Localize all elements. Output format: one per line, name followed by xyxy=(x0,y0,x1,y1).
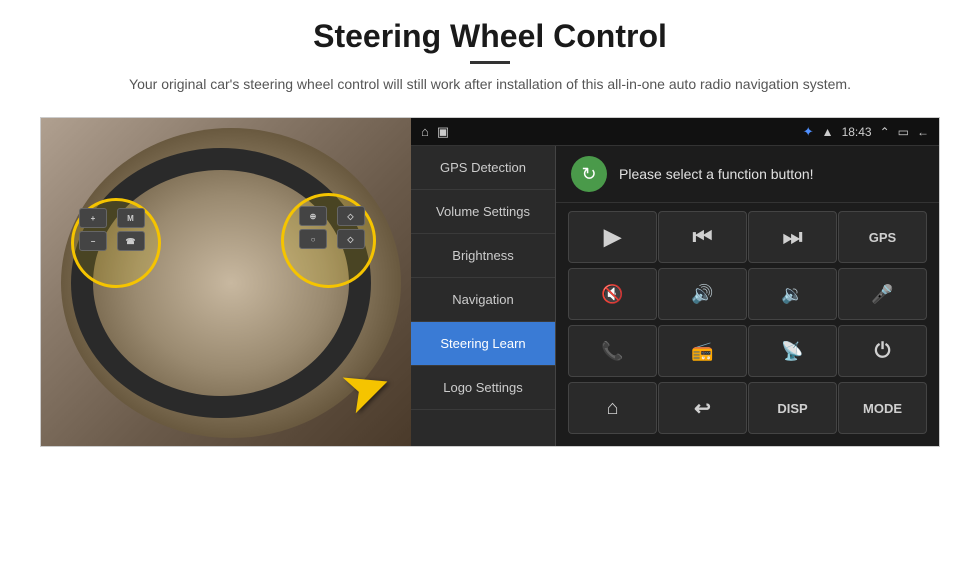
title-divider xyxy=(470,61,510,64)
function-panel: ↻ Please select a function button! ▶ ⏮ xyxy=(556,146,939,446)
content-area: + M − ☎ ⊕ ◇ ○ ◇ ➤ ⌂ ▣ xyxy=(40,117,940,447)
back-icon[interactable]: ← xyxy=(917,125,929,139)
menu-item-volume-settings[interactable]: Volume Settings xyxy=(411,190,555,234)
mute-icon: 🔇 xyxy=(601,284,623,305)
status-bar: ⌂ ▣ ✦ ▲ 18:43 ⌃ ▭ ← xyxy=(411,118,939,146)
refresh-icon: ↻ xyxy=(581,164,596,185)
fn-btn-mode[interactable]: MODE xyxy=(838,382,927,434)
clock: 18:43 xyxy=(842,125,872,139)
sw-btn-r1: ⊕ xyxy=(299,206,327,226)
fn-btn-disp[interactable]: DISP xyxy=(748,382,837,434)
disp-label: DISP xyxy=(777,401,807,416)
sw-btn-r3: ○ xyxy=(299,229,327,249)
steering-wheel-photo: + M − ☎ ⊕ ◇ ○ ◇ ➤ xyxy=(41,118,411,447)
title-section: Steering Wheel Control Your original car… xyxy=(40,18,940,95)
fn-btn-back[interactable]: ↩ xyxy=(658,382,747,434)
fn-btn-mute[interactable]: 🔇 xyxy=(568,268,657,320)
menu-item-logo-settings[interactable]: Logo Settings xyxy=(411,366,555,410)
menu-item-gps-detection[interactable]: GPS Detection xyxy=(411,146,555,190)
vol-up-icon: 🔊 xyxy=(691,284,713,305)
prev-icon: ⏮ xyxy=(693,224,713,250)
power-icon: ⏻ xyxy=(875,340,891,363)
sw-btn-call: ☎ xyxy=(117,231,145,251)
sw-btn-minus: − xyxy=(79,231,107,251)
btn-group-right: ⊕ ◇ ○ ◇ xyxy=(299,206,371,249)
back-fn-icon: ↩ xyxy=(694,396,711,421)
home-fn-icon: ⌂ xyxy=(606,397,618,420)
sw-btn-r4: ◇ xyxy=(337,229,365,249)
fn-btn-power[interactable]: ⏻ xyxy=(838,325,927,377)
radio-tune-icon: 📻 xyxy=(691,341,713,362)
signal-icon: ▲ xyxy=(822,125,834,139)
radio2-icon: 📡 xyxy=(781,341,803,362)
window-icon[interactable]: ▭ xyxy=(898,125,909,139)
next-icon: ⏭ xyxy=(783,224,803,250)
bluetooth-icon: ✦ xyxy=(803,124,814,140)
page-wrapper: Steering Wheel Control Your original car… xyxy=(0,0,980,564)
fn-btn-mic[interactable]: 🎤 xyxy=(838,268,927,320)
mic-icon: 🎤 xyxy=(871,284,893,305)
mode-label: MODE xyxy=(863,401,902,416)
sw-btn-plus: + xyxy=(79,208,107,228)
button-grid: ▶ ⏮ ⏭ GPS 🔇 xyxy=(556,203,939,446)
header-text: Please select a function button! xyxy=(619,166,814,182)
fn-btn-prev[interactable]: ⏮ xyxy=(658,211,747,263)
sw-btn-r2: ◇ xyxy=(337,206,365,226)
fn-btn-radio2[interactable]: 📡 xyxy=(748,325,837,377)
fn-btn-home[interactable]: ⌂ xyxy=(568,382,657,434)
right-panel: ⌂ ▣ ✦ ▲ 18:43 ⌃ ▭ ← GPS Detection xyxy=(411,118,939,446)
play-icon: ▶ xyxy=(604,224,621,250)
menu-sidebar: GPS Detection Volume Settings Brightness… xyxy=(411,146,556,446)
fn-btn-radio-tune[interactable]: 📻 xyxy=(658,325,747,377)
main-content: GPS Detection Volume Settings Brightness… xyxy=(411,146,939,446)
status-bar-right: ✦ ▲ 18:43 ⌃ ▭ ← xyxy=(803,124,929,140)
fn-btn-vol-up[interactable]: 🔊 xyxy=(658,268,747,320)
status-bar-left: ⌂ ▣ xyxy=(421,124,449,140)
refresh-button[interactable]: ↻ xyxy=(571,156,607,192)
gps-label: GPS xyxy=(869,230,896,245)
page-title: Steering Wheel Control xyxy=(40,18,940,55)
image-icon[interactable]: ▣ xyxy=(437,124,449,140)
menu-item-navigation[interactable]: Navigation xyxy=(411,278,555,322)
fn-btn-next[interactable]: ⏭ xyxy=(748,211,837,263)
home-icon[interactable]: ⌂ xyxy=(421,124,429,139)
phone-icon: 📞 xyxy=(601,341,623,362)
menu-item-brightness[interactable]: Brightness xyxy=(411,234,555,278)
fn-btn-phone[interactable]: 📞 xyxy=(568,325,657,377)
fn-btn-vol-down[interactable]: 🔉 xyxy=(748,268,837,320)
fn-btn-play[interactable]: ▶ xyxy=(568,211,657,263)
btn-group-left: + M − ☎ xyxy=(79,208,151,251)
vol-down-icon: 🔉 xyxy=(781,284,803,305)
function-header: ↻ Please select a function button! xyxy=(556,146,939,203)
expand-icon: ⌃ xyxy=(880,125,890,139)
arrow-indicator: ➤ xyxy=(332,351,400,425)
fn-btn-gps[interactable]: GPS xyxy=(838,211,927,263)
menu-item-steering-learn[interactable]: Steering Learn xyxy=(411,322,555,366)
sw-btn-mode: M xyxy=(117,208,145,228)
subtitle: Your original car's steering wheel contr… xyxy=(100,74,880,95)
